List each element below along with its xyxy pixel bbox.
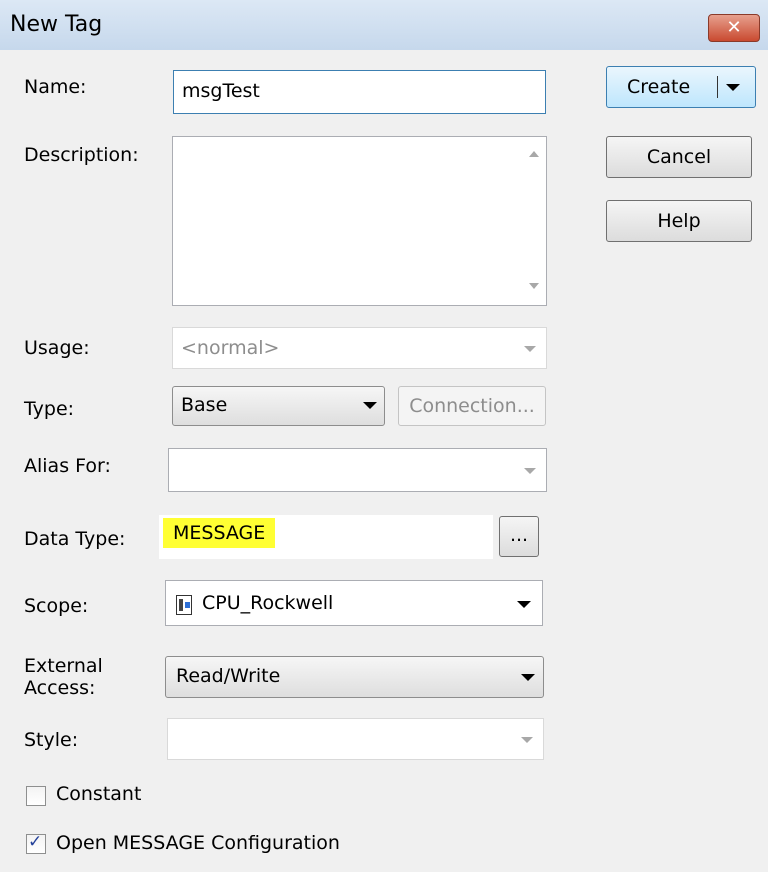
close-icon: ✕ — [726, 17, 742, 38]
type-value: Base — [181, 394, 228, 416]
usage-dropdown[interactable]: <normal> — [172, 327, 547, 369]
create-button[interactable]: Create — [606, 66, 756, 108]
data-type-input[interactable]: MESSAGE — [158, 514, 494, 560]
external-access-value: Read/Write — [176, 665, 281, 687]
chevron-down-icon — [524, 468, 536, 474]
open-message-configuration-checkbox[interactable]: ✓ — [26, 832, 46, 854]
external-access-dropdown[interactable]: Read/Write — [165, 656, 544, 698]
controller-icon — [176, 595, 192, 615]
split-divider — [717, 76, 718, 98]
chevron-down-icon — [524, 346, 536, 352]
constant-label: Constant — [56, 783, 142, 805]
title-bar: New Tag ✕ — [0, 0, 768, 50]
description-scrollbar[interactable] — [522, 137, 546, 305]
connection-button[interactable]: Connection... — [398, 386, 546, 426]
cancel-button[interactable]: Cancel — [606, 136, 752, 178]
data-type-value: MESSAGE — [163, 518, 276, 548]
description-label: Description: — [24, 144, 139, 166]
alias-for-label: Alias For: — [24, 455, 111, 477]
name-input-value: msgTest — [182, 80, 260, 102]
scope-dropdown[interactable]: CPU_Rockwell — [165, 580, 543, 626]
external-access-label-line1: External — [24, 655, 103, 677]
name-input[interactable]: msgTest — [173, 70, 546, 114]
chevron-down-icon — [363, 402, 377, 409]
usage-label: Usage: — [24, 337, 90, 359]
constant-checkbox[interactable] — [26, 786, 46, 806]
cancel-button-label: Cancel — [646, 146, 712, 168]
window-title: New Tag — [10, 12, 103, 37]
scope-value: CPU_Rockwell — [202, 592, 334, 614]
help-button-label: Help — [657, 210, 701, 232]
data-type-label: Data Type: — [24, 528, 126, 550]
chevron-down-icon[interactable] — [726, 84, 740, 91]
chevron-down-icon — [521, 674, 535, 681]
scope-label: Scope: — [24, 595, 89, 617]
create-button-label: Create — [627, 76, 691, 98]
alias-for-dropdown[interactable] — [168, 448, 547, 492]
chevron-down-icon — [517, 601, 531, 608]
scroll-up-icon[interactable] — [529, 151, 539, 157]
name-label: Name: — [24, 76, 87, 98]
connection-button-label: Connection... — [409, 395, 535, 417]
style-dropdown[interactable] — [167, 718, 544, 760]
open-message-configuration-label: Open MESSAGE Configuration — [56, 832, 340, 854]
help-button[interactable]: Help — [606, 200, 752, 242]
description-textarea[interactable] — [172, 136, 547, 306]
type-dropdown[interactable]: Base — [172, 386, 385, 426]
scroll-down-icon[interactable] — [529, 283, 539, 289]
style-label: Style: — [24, 729, 79, 751]
external-access-label-line2: Access: — [24, 677, 96, 699]
data-type-browse-button[interactable]: ... — [499, 516, 539, 557]
usage-value: <normal> — [181, 337, 280, 359]
close-button[interactable]: ✕ — [708, 14, 760, 42]
type-label: Type: — [24, 398, 75, 420]
chevron-down-icon — [521, 737, 533, 743]
browse-button-label: ... — [509, 524, 529, 546]
external-access-label: External Access: — [24, 655, 103, 699]
checkmark-icon: ✓ — [28, 832, 43, 852]
